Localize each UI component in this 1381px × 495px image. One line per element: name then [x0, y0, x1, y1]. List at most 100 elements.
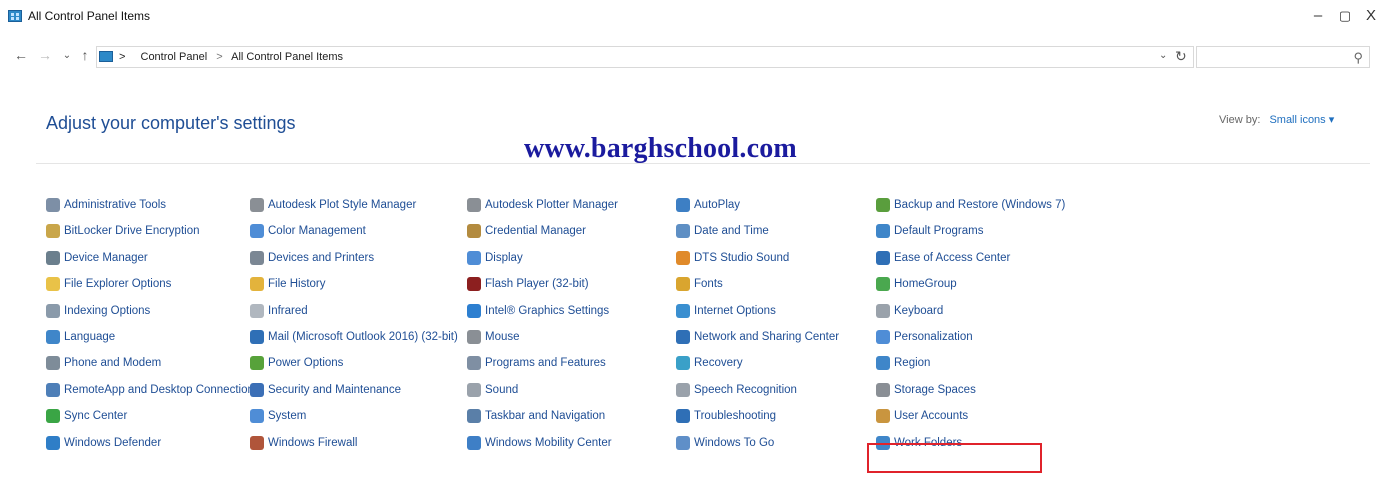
control-panel-item[interactable]: Windows Mobility Center [467, 436, 612, 454]
control-panel-item[interactable]: File History [250, 277, 326, 295]
up-arrow-icon[interactable]: ↑ [76, 47, 94, 63]
flash-icon [467, 277, 481, 291]
control-panel-item[interactable]: Indexing Options [46, 304, 150, 322]
control-panel-item[interactable]: Autodesk Plotter Manager [467, 198, 618, 216]
back-arrow-icon[interactable]: ← [12, 47, 30, 63]
address-bar[interactable]: > Control Panel > All Control Panel Item… [96, 46, 1194, 68]
control-panel-item[interactable]: Language [46, 330, 115, 348]
sound-icon [467, 383, 481, 397]
control-panel-item[interactable]: Recovery [676, 356, 743, 374]
control-panel-item[interactable]: Device Manager [46, 251, 148, 269]
forward-arrow-icon[interactable]: → [36, 47, 54, 63]
control-panel-item[interactable]: Programs and Features [467, 356, 606, 374]
control-panel-item[interactable]: Keyboard [876, 304, 943, 322]
address-dropdown-icon[interactable]: ⌄ [1159, 50, 1167, 61]
control-panel-item[interactable]: Internet Options [676, 304, 776, 322]
close-button[interactable]: X [1357, 5, 1381, 27]
recovery-icon [676, 356, 690, 370]
control-panel-item[interactable]: Personalization [876, 330, 973, 348]
control-panel-item[interactable]: File Explorer Options [46, 277, 171, 295]
control-panel-item[interactable]: Display [467, 251, 523, 269]
control-panel-item[interactable]: Autodesk Plot Style Manager [250, 198, 416, 216]
language-icon [46, 330, 60, 344]
page-title: Adjust your computer's settings [46, 113, 296, 133]
maximize-button[interactable]: ▢ [1331, 5, 1359, 27]
control-panel-item[interactable]: DTS Studio Sound [676, 251, 789, 269]
control-panel-item[interactable]: Region [876, 356, 930, 374]
control-panel-item[interactable]: Windows Firewall [250, 436, 357, 454]
ease-of-access-icon [876, 251, 890, 265]
item-label: HomeGroup [894, 278, 957, 290]
navigation-bar: ← → ⌄ ↑ > Control Panel > All Control Pa… [0, 44, 1381, 72]
control-panel-item[interactable]: Sound [467, 383, 518, 401]
control-panel-item[interactable]: User Accounts [876, 409, 968, 427]
item-label: Windows Mobility Center [485, 437, 612, 449]
item-label: Devices and Printers [268, 252, 375, 264]
control-panel-item[interactable]: Windows Defender [46, 436, 161, 454]
search-icon[interactable]: ⚲ [1353, 50, 1363, 66]
breadcrumb-separator[interactable]: > [216, 51, 222, 63]
control-panel-item[interactable]: RemoteApp and Desktop Connections [46, 383, 260, 401]
item-label: Intel® Graphics Settings [485, 305, 610, 317]
control-panel-item[interactable]: Security and Maintenance [250, 383, 401, 401]
item-label: DTS Studio Sound [694, 252, 790, 264]
key-icon [46, 224, 60, 238]
control-panel-item[interactable]: Flash Player (32-bit) [467, 277, 589, 295]
control-panel-item[interactable]: Taskbar and Navigation [467, 409, 605, 427]
control-panel-item[interactable]: Date and Time [676, 224, 769, 242]
control-panel-item[interactable]: Sync Center [46, 409, 127, 427]
item-label: Personalization [894, 331, 973, 343]
control-panel-item[interactable]: Color Management [250, 224, 366, 242]
keyboard-icon [876, 304, 890, 318]
control-panel-item[interactable]: Credential Manager [467, 224, 586, 242]
control-panel-item[interactable]: Fonts [676, 277, 723, 295]
breadcrumb-separator[interactable]: > [119, 51, 125, 63]
item-label: Region [894, 357, 931, 369]
intel-icon [467, 304, 481, 318]
recent-locations-icon[interactable]: ⌄ [58, 50, 76, 61]
item-label: Windows To Go [694, 437, 775, 449]
breadcrumb-all-items[interactable]: All Control Panel Items [231, 51, 343, 63]
refresh-icon[interactable]: ↻ [1175, 48, 1187, 65]
control-panel-item[interactable]: Devices and Printers [250, 251, 374, 269]
control-panel-item[interactable]: Ease of Access Center [876, 251, 1010, 269]
control-panel-item[interactable]: Administrative Tools [46, 198, 166, 216]
tools-icon [46, 198, 60, 212]
control-panel-item[interactable]: HomeGroup [876, 277, 957, 295]
control-panel-item[interactable]: Power Options [250, 356, 343, 374]
control-panel-item[interactable]: Network and Sharing Center [676, 330, 839, 348]
mouse-icon [467, 330, 481, 344]
control-panel-icon [99, 51, 113, 62]
control-panel-item[interactable]: Default Programs [876, 224, 983, 242]
system-icon [250, 409, 264, 423]
view-by-dropdown[interactable]: Small icons ▾ [1269, 114, 1334, 126]
printer-icon [250, 251, 264, 265]
control-panel-item[interactable]: Mail (Microsoft Outlook 2016) (32-bit) [250, 330, 458, 348]
control-panel-item[interactable]: BitLocker Drive Encryption [46, 224, 200, 242]
item-label: Programs and Features [485, 357, 606, 369]
internet-icon [676, 304, 690, 318]
item-label: RemoteApp and Desktop Connections [64, 384, 260, 396]
control-panel-item[interactable]: Speech Recognition [676, 383, 797, 401]
control-panel-item[interactable]: System [250, 409, 306, 427]
control-panel-item[interactable]: Windows To Go [676, 436, 774, 454]
control-panel-item[interactable]: Mouse [467, 330, 520, 348]
mail-icon [250, 330, 264, 344]
control-panel-item[interactable]: Infrared [250, 304, 308, 322]
item-label: Network and Sharing Center [694, 331, 840, 343]
control-panel-item[interactable]: Troubleshooting [676, 409, 776, 427]
highlight-box [867, 443, 1042, 473]
fonts-icon [676, 277, 690, 291]
breadcrumb-control-panel[interactable]: Control Panel [141, 51, 208, 63]
minimize-button[interactable]: – [1304, 5, 1332, 27]
item-label: Default Programs [894, 225, 984, 237]
control-panel-item[interactable]: Phone and Modem [46, 356, 161, 374]
search-input[interactable]: ⚲ [1196, 46, 1370, 68]
item-label: Indexing Options [64, 305, 151, 317]
remote-icon [46, 383, 60, 397]
control-panel-item[interactable]: AutoPlay [676, 198, 740, 216]
control-panel-item[interactable]: Backup and Restore (Windows 7) [876, 198, 1065, 216]
control-panel-item[interactable]: Intel® Graphics Settings [467, 304, 609, 322]
control-panel-item[interactable]: Storage Spaces [876, 383, 976, 401]
item-label: Date and Time [694, 225, 769, 237]
